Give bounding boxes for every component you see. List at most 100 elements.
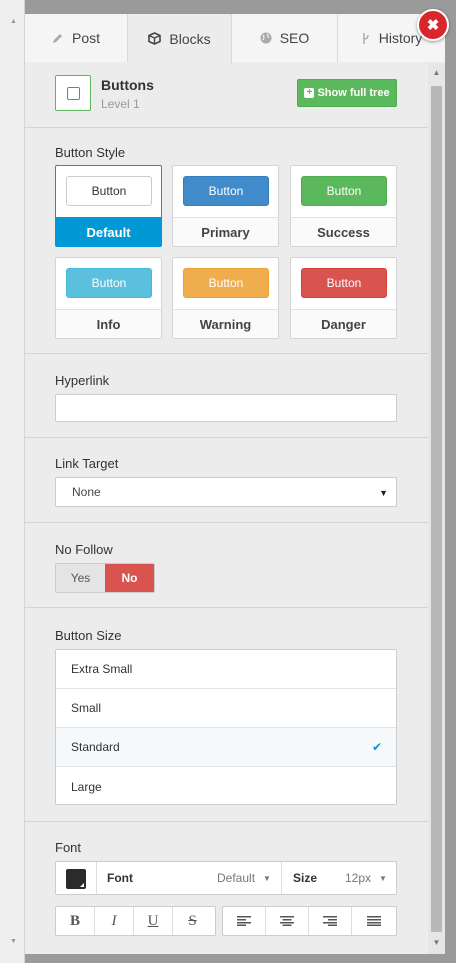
scroll-up-arrow-icon[interactable]: ▲ (10, 18, 17, 25)
checkmark-icon: ✔ (371, 740, 382, 754)
block-header: Buttons Level 1 + Show full tree (55, 75, 397, 111)
no-follow-toggle: Yes No (55, 563, 155, 593)
tab-seo[interactable]: SEO (232, 14, 338, 62)
primary-preview-button: Button (183, 176, 269, 206)
style-option-default[interactable]: Button Default (55, 165, 162, 247)
font-settings-row: Font Default ▼ Size 12px ▼ (55, 861, 397, 895)
style-name: Default (56, 217, 161, 246)
size-option-label: Large (71, 779, 102, 794)
branch-icon (361, 32, 371, 45)
size-option-standard[interactable]: Standard ✔ (56, 728, 396, 767)
scroll-down-arrow-icon[interactable]: ▼ (10, 938, 17, 945)
divider (25, 353, 428, 354)
style-name: Info (56, 309, 161, 338)
align-left-button[interactable] (223, 907, 266, 935)
block-level: Level 1 (101, 97, 140, 111)
no-follow-label: No Follow (55, 542, 113, 557)
scroll-down-arrow-icon[interactable]: ▼ (431, 938, 442, 947)
plus-square-icon: + (304, 88, 315, 98)
globe-icon (260, 32, 272, 44)
danger-preview-button: Button (301, 268, 387, 298)
link-target-value: None (72, 485, 101, 499)
block-title: Buttons (101, 77, 154, 93)
caret-down-icon: ▼ (379, 488, 388, 498)
font-size-label: Size (293, 871, 318, 885)
show-full-tree-button[interactable]: + Show full tree (297, 79, 397, 107)
size-option-label: Standard (71, 740, 120, 754)
style-option-info[interactable]: Button Info (55, 257, 162, 339)
hyperlink-label: Hyperlink (55, 373, 110, 388)
button-block-icon (55, 75, 91, 111)
divider (96, 862, 97, 894)
divider (25, 522, 428, 523)
divider (25, 821, 428, 822)
size-option-label: Extra Small (71, 662, 133, 676)
divider (281, 862, 282, 894)
size-option-small[interactable]: Small (56, 689, 396, 728)
scrollbar-thumb[interactable] (431, 86, 442, 932)
strikethrough-button[interactable]: S (173, 907, 212, 935)
button-size-label: Button Size (55, 628, 122, 643)
bold-button[interactable]: B (56, 907, 95, 935)
settings-content: Buttons Level 1 + Show full tree Button … (25, 63, 428, 954)
size-option-extra-small[interactable]: Extra Small (56, 650, 396, 689)
style-name: Warning (173, 309, 278, 338)
font-size-select[interactable]: 12px (345, 871, 371, 885)
default-preview-button: Button (66, 176, 152, 206)
tab-post[interactable]: Post (25, 14, 128, 62)
tab-label: History (378, 30, 423, 46)
success-preview-button: Button (301, 176, 387, 206)
style-option-success[interactable]: Button Success (290, 165, 397, 247)
close-panel-button[interactable]: ✖ (417, 9, 449, 41)
left-scroll-strip: ▲ ▼ (0, 0, 25, 963)
size-option-label: Small (71, 701, 102, 715)
style-name: Danger (291, 309, 396, 338)
style-name: Primary (173, 217, 278, 246)
info-preview-button: Button (66, 268, 152, 298)
divider (25, 127, 428, 128)
warning-preview-button: Button (183, 268, 269, 298)
size-option-large[interactable]: Large (56, 767, 396, 806)
divider (25, 437, 428, 438)
text-align-group (222, 906, 397, 936)
show-tree-label: Show full tree (317, 87, 390, 99)
align-left-icon (237, 916, 251, 926)
style-option-primary[interactable]: Button Primary (172, 165, 279, 247)
tab-blocks[interactable]: Blocks (128, 14, 232, 63)
tab-bar: Post Blocks SEO History (25, 14, 445, 63)
align-right-button[interactable] (309, 907, 352, 935)
font-family-label: Font (107, 871, 133, 885)
style-option-danger[interactable]: Button Danger (290, 257, 397, 339)
tab-label: SEO (279, 30, 310, 46)
font-label: Font (55, 840, 82, 855)
align-right-icon (323, 916, 337, 926)
font-color-swatch[interactable] (66, 869, 86, 889)
text-format-group: B I U S (55, 906, 216, 936)
no-follow-no-button[interactable]: No (105, 564, 154, 592)
button-size-list: Extra Small Small Standard ✔ Large (55, 649, 397, 805)
align-center-button[interactable] (266, 907, 309, 935)
block-settings-panel: Post Blocks SEO History Buttons Level 1 (25, 14, 445, 954)
hyperlink-input[interactable] (55, 394, 397, 422)
style-name: Success (291, 217, 396, 246)
caret-down-icon: ▼ (263, 874, 271, 883)
cube-icon (148, 32, 162, 45)
no-follow-yes-button[interactable]: Yes (56, 564, 105, 592)
close-icon: ✖ (426, 17, 440, 34)
align-justify-icon (366, 916, 381, 926)
pencil-icon (52, 32, 64, 44)
underline-button[interactable]: U (134, 907, 173, 935)
style-option-warning[interactable]: Button Warning (172, 257, 279, 339)
tab-label: Post (71, 30, 100, 46)
divider (25, 607, 428, 608)
italic-button[interactable]: I (95, 907, 134, 935)
link-target-label: Link Target (55, 456, 119, 471)
align-justify-button[interactable] (352, 907, 395, 935)
scroll-up-arrow-icon[interactable]: ▲ (431, 68, 442, 77)
caret-down-icon: ▼ (379, 874, 387, 883)
font-family-select[interactable]: Default (217, 871, 255, 885)
tab-label: Blocks (169, 30, 211, 47)
link-target-select[interactable]: None ▼ (55, 477, 397, 507)
button-style-label: Button Style (55, 145, 126, 160)
align-center-icon (280, 916, 294, 926)
